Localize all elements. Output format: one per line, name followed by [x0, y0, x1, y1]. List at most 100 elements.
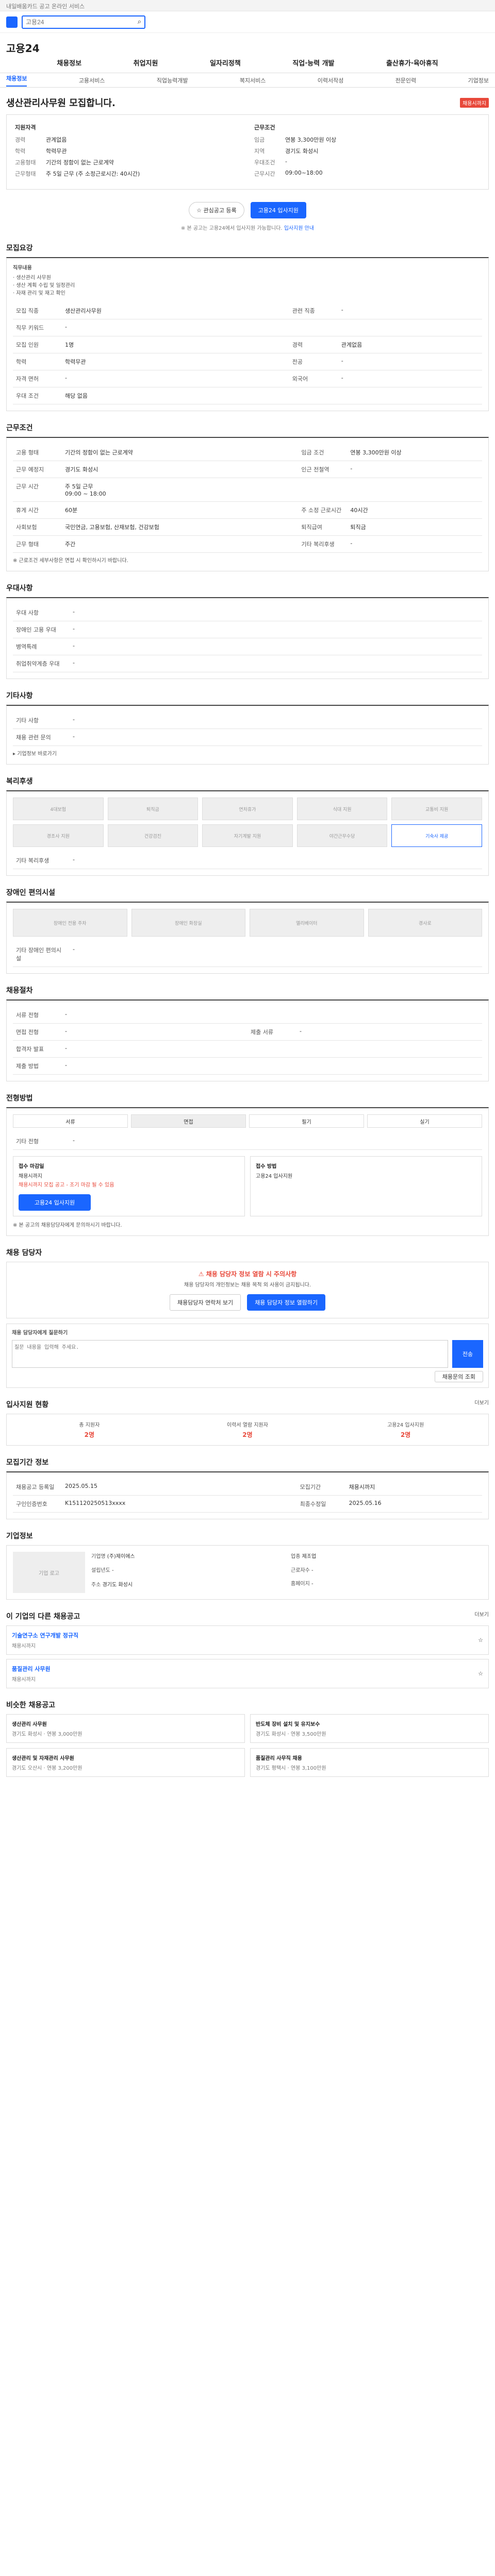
recommend-title[interactable]: 생산관리 및 자재관리 사무원 [12, 1754, 239, 1761]
inquiry-title: 채용 담당자에게 질문하기 [12, 1330, 68, 1336]
company-logo: 기업 로고 [13, 1552, 85, 1593]
table-row: 자격 면허 - 외국어 - [13, 370, 482, 387]
stat-value: 2명 [242, 1431, 253, 1438]
extra-section: 기타사항 기타 사항 - 채용 관련 문의 - ▸ 기업정보 바로가기 [6, 690, 489, 765]
row-value: 국민연금, 고용보험, 산재보험, 건강보험 [62, 518, 299, 536]
contact-open-button[interactable]: 채용 담당자 정보 열람하기 [247, 1294, 325, 1311]
stats-more-link[interactable]: 더보기 [474, 1399, 489, 1414]
gnb-item[interactable]: 직업·능력 개발 [292, 58, 334, 67]
disability-tiles: 장애인 전용 주차 장애인 화장실 엘리베이터 경사로 [13, 909, 482, 937]
gnb-item[interactable]: 채용정보 [57, 58, 81, 67]
row-key: 제출 서류 [248, 1023, 296, 1041]
summary-key: 학력 [15, 148, 26, 155]
subnav-item[interactable]: 전문인력 [395, 76, 416, 84]
recommend-title[interactable]: 품질관리 사무직 채용 [256, 1754, 483, 1761]
facility-tile: 엘리베이터 [250, 909, 364, 937]
recommend-title[interactable]: 생산관리 사무원 [12, 1720, 239, 1727]
interest-button[interactable]: ☆ 관심공고 등록 [189, 202, 244, 218]
row-key: 기타 전형 [13, 1133, 70, 1150]
table-row: 면접 전형 - 제출 서류 - [13, 1023, 482, 1041]
company-value: (주)제이에스 [107, 1554, 135, 1560]
row-key: 주 소정 근로시간 [298, 501, 348, 519]
inquiry-textarea[interactable] [12, 1340, 448, 1368]
row-key: 고용 형태 [13, 444, 62, 461]
row-value: 2025.05.15 [62, 1479, 297, 1496]
row-value: 경기도 화성시 [62, 461, 299, 478]
alert-icon: ⚠ [198, 1270, 206, 1278]
contact-warning-text: 채용 담당자의 개인정보는 채용 목적 외 사용이 금지됩니다. [184, 1282, 311, 1288]
company-link[interactable]: 기업정보 바로가기 [17, 751, 57, 757]
row-value: - [347, 535, 482, 553]
bookmark-icon[interactable]: ☆ [478, 1637, 483, 1643]
recommend-card[interactable]: 생산관리 사무원 경기도 화성시 · 연봉 3,000만원 [6, 1714, 245, 1743]
benefit-tile: 건강검진 [107, 824, 199, 847]
period-box: 채용공고 등록일 2025.05.15 모집기간 채용시까지 구인인증번호 K15112… [6, 1471, 489, 1519]
apply-note-link[interactable]: 입사지원 안내 [284, 226, 314, 231]
subnav-item[interactable]: 기업정보 [468, 76, 489, 84]
subnav-item[interactable]: 직업능력개발 [157, 76, 188, 84]
stats-box: 총 지원자 2명 이력서 열람 지원자 2명 고용24 입사지원 2명 [6, 1414, 489, 1446]
contact-view-button[interactable]: 채용담당자 연락처 보기 [169, 1294, 241, 1311]
table-row: 취업취약계층 우대 - [13, 655, 482, 672]
stat-label: 고용24 입사지원 [387, 1422, 424, 1428]
job-item-title[interactable]: 품질관리 사무원 [12, 1665, 51, 1673]
apply-button-secondary[interactable]: 고용24 입사지원 [19, 1194, 91, 1211]
footer-spacer [6, 1777, 489, 1798]
subnav-item[interactable]: 이력서작성 [318, 76, 344, 84]
table-row: 기타 복리후생 - [13, 852, 482, 869]
method-step-selected: 면접 [131, 1114, 246, 1128]
search-box[interactable]: ⌕ [22, 15, 145, 29]
inquiry-list-button[interactable]: 채용문의 조회 [434, 1371, 483, 1382]
job-item-title[interactable]: 기술연구소 연구개발 정규직 [12, 1631, 78, 1639]
summary-value: 학력무관 [46, 148, 67, 155]
row-key: 기타 복리후생 [298, 535, 348, 553]
subnav-item[interactable]: 고용서비스 [79, 76, 105, 84]
preference-box: 우대 사항 - 장애인 고용 우대 - 병역특례 - 취업취약계층 우대 - [6, 597, 489, 679]
table-row: 근무 예정지 경기도 화성시 인근 전철역 - [13, 461, 482, 478]
recommend-meta: 경기도 평택시 · 연봉 3,100만원 [256, 1766, 326, 1771]
row-value: 주 5일 근무 09:00 ~ 18:00 [62, 478, 482, 502]
recommend-card[interactable]: 품질관리 사무직 채용경기도 평택시 · 연봉 3,100만원 [250, 1748, 489, 1777]
inquiry-send-button[interactable]: 전송 [452, 1340, 483, 1368]
recommend-title[interactable]: 반도체 장비 설치 및 유지보수 [256, 1720, 483, 1727]
gnb-item[interactable]: 일자리정책 [210, 58, 241, 67]
summary-value: 관계없음 [46, 137, 67, 143]
search-row: ⌕ [0, 11, 495, 33]
row-value: 2025.05.16 [345, 1495, 482, 1513]
table-row: 기타 전형 - [13, 1133, 482, 1150]
subnav-item[interactable]: 복지서비스 [240, 76, 266, 84]
search-input[interactable] [26, 18, 138, 26]
extra-box: 기타 사항 - 채용 관련 문의 - ▸ 기업정보 바로가기 [6, 705, 489, 765]
list-item[interactable]: 기술연구소 연구개발 정규직 채용시까지 ☆ [6, 1625, 489, 1655]
benefit-tile: 경조사 지원 [13, 824, 104, 847]
process-box: 서류 전형 - 면접 전형 - 제출 서류 - 합격자 발표 - 제출 방법 - [6, 999, 489, 1081]
apply-button[interactable]: 고용24 입사지원 [250, 202, 306, 218]
process-section: 채용절차 서류 전형 - 면접 전형 - 제출 서류 - 합격자 발표 - 제출 방법 - [6, 985, 489, 1081]
recommend-card[interactable]: 생산관리 및 자재관리 사무원 경기도 오산시 · 연봉 3,200만원 [6, 1748, 245, 1777]
list-item[interactable]: 품질관리 사무원 채용시까지 ☆ [6, 1659, 489, 1688]
row-value: - [62, 319, 482, 336]
gnb-item[interactable]: 출산휴가·육아휴직 [386, 58, 438, 67]
section-title: 우대사항 [6, 584, 33, 592]
jobs-more-link[interactable]: 더보기 [474, 1611, 489, 1625]
search-icon[interactable]: ⌕ [138, 18, 141, 26]
bookmark-icon[interactable]: ☆ [478, 1670, 483, 1677]
company-jobs-section: 이 기업의 다른 채용공고 더보기 기술연구소 연구개발 정규직 채용시까지 ☆ 품… [6, 1611, 489, 1688]
recommend-card[interactable]: 반도체 장비 설치 및 유지보수 경기도 화성시 · 연봉 3,500만원 [250, 1714, 489, 1743]
site-logo-icon[interactable] [6, 16, 18, 28]
row-value: 채용시까지 [345, 1479, 482, 1496]
process-table: 서류 전형 - 면접 전형 - 제출 서류 - 합격자 발표 - 제출 방법 - [13, 1007, 482, 1075]
stat-item: 고용24 입사지원 2명 [329, 1420, 482, 1439]
subnav-item-active[interactable]: 채용정보 [6, 74, 27, 87]
row-key: 근무 형태 [13, 535, 62, 553]
row-key: 합격자 발표 [13, 1040, 62, 1058]
company-key: 업종 [291, 1554, 301, 1560]
row-key: 인근 전철역 [298, 461, 348, 478]
row-key: 기타 복리후생 [13, 852, 70, 869]
recruit-table: 모집 직종 생산관리사무원 관련 직종 - 직무 키워드 - 모집 인원 1명 경력 관계없음… [13, 302, 482, 404]
table-row: 구인인증번호 K151120250513xxxx 최종수정일 2025.05.16 [13, 1495, 482, 1513]
brand-title[interactable]: 고용24 [6, 40, 40, 55]
deadline-warning: 채용시까지 모집 공고 - 조기 마감 될 수 있음 [19, 1182, 114, 1188]
gnb-item[interactable]: 취업지원 [134, 58, 158, 67]
row-value: - [347, 461, 482, 478]
